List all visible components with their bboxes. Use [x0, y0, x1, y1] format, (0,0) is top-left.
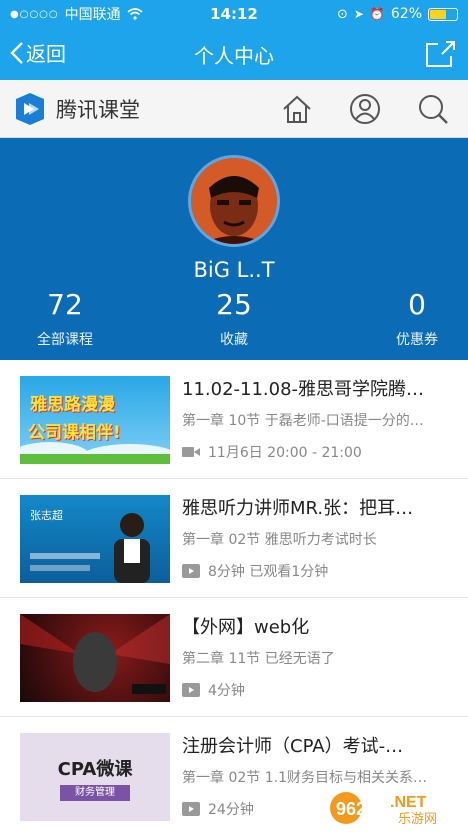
- share-icon: [426, 41, 455, 67]
- stat-favorites[interactable]: 25 收藏: [169, 288, 299, 349]
- avatar-image: [191, 158, 277, 244]
- home-icon[interactable]: [280, 92, 314, 126]
- profile-header: BiG L..T 72 全部课程 25 收藏 0 优惠券: [0, 138, 468, 360]
- tencent-classroom-logo-icon: [16, 92, 44, 125]
- course-item[interactable]: 雅思路漫漫 公司课相伴! 11.02-11.08-雅思哥学院腾… 第一章 10节…: [0, 360, 468, 479]
- status-bar: ●○○○○ 中国联通 14:12 ⊙ ➤ ⏰ 62%: [0, 0, 468, 28]
- brand-bar: 腾讯课堂: [0, 80, 468, 138]
- play-icon: [182, 564, 200, 578]
- thumb-text: 公司课相伴!: [28, 423, 121, 443]
- play-icon: [182, 683, 200, 697]
- course-title: 【外网】web化: [182, 617, 310, 638]
- username: BiG L..T: [193, 258, 275, 282]
- watermark-cn: 乐游网: [398, 812, 437, 826]
- signal-icon: ●○○○○: [10, 8, 59, 20]
- course-meta: 4分钟: [208, 683, 245, 699]
- course-title: 11.02-11.08-雅思哥学院腾…: [182, 379, 425, 400]
- stat-label: 优惠券: [396, 332, 438, 348]
- alarm-icon: ⏰: [369, 7, 385, 21]
- stat-coupons[interactable]: 0 优惠券: [352, 288, 468, 349]
- carrier-label: 中国联通: [64, 7, 121, 23]
- course-item[interactable]: 【外网】web化 第二章 11节 已经无语了 4分钟: [0, 598, 468, 717]
- battery-icon: [428, 7, 458, 21]
- search-icon[interactable]: [416, 92, 450, 126]
- battery-percent: 62%: [390, 6, 422, 22]
- course-subtitle: 第一章 02节 1.1财务目标与相关关系…: [182, 770, 427, 786]
- chevron-left-icon: [10, 41, 23, 64]
- course-meta: 11月6日 20:00 - 21:00: [208, 445, 362, 461]
- course-subtitle: 第二章 11节 已经无语了: [182, 651, 335, 667]
- stat-label: 全部课程: [37, 332, 93, 348]
- watermark: 962 .NET 乐游网: [328, 790, 464, 827]
- location-icon: ➤: [353, 7, 364, 21]
- status-time: 14:12: [210, 5, 258, 23]
- nav-bar: 返回 个人中心: [0, 28, 468, 80]
- course-title: 雅思听力讲师MR.张：把耳…: [182, 498, 414, 519]
- course-list: 雅思路漫漫 公司课相伴! 11.02-11.08-雅思哥学院腾… 第一章 10节…: [0, 360, 468, 832]
- avatar[interactable]: [188, 155, 280, 247]
- page-title: 个人中心: [194, 43, 274, 68]
- wifi-icon: [127, 8, 143, 20]
- back-label: 返回: [26, 42, 66, 66]
- course-thumbnail: 张志超: [20, 495, 170, 583]
- course-meta: 8分钟 已观看1分钟: [208, 564, 329, 580]
- watermark-net: .NET: [390, 794, 427, 811]
- rotation-lock-icon: ⊙: [336, 6, 348, 22]
- watermark-text: 962: [336, 799, 366, 819]
- course-thumbnail: CPA微课 财务管理: [20, 733, 170, 821]
- thumb-text: 财务管理: [60, 785, 130, 801]
- video-camera-icon: [182, 447, 200, 457]
- share-button[interactable]: [424, 38, 456, 72]
- course-thumbnail: [20, 614, 170, 702]
- stat-value: 72: [47, 288, 83, 321]
- back-button[interactable]: 返回: [10, 38, 66, 67]
- stat-label: 收藏: [220, 332, 248, 348]
- course-title: 注册会计师（CPA）考试-…: [182, 736, 404, 757]
- play-icon: [182, 802, 200, 816]
- course-subtitle: 第一章 02节 雅思听力考试时长: [182, 532, 377, 548]
- stat-all-courses[interactable]: 72 全部课程: [0, 288, 130, 349]
- thumb-text: 雅思路漫漫: [30, 395, 115, 415]
- course-thumbnail: 雅思路漫漫 公司课相伴!: [20, 376, 170, 464]
- stat-value: 25: [216, 288, 252, 321]
- brand-name: 腾讯课堂: [56, 97, 140, 122]
- stat-value: 0: [408, 288, 426, 321]
- thumb-text: 张志超: [30, 509, 63, 522]
- course-item[interactable]: 张志超 雅思听力讲师MR.张：把耳… 第一章 02节 雅思听力考试时长 8分钟 …: [0, 479, 468, 598]
- user-icon[interactable]: [348, 92, 382, 126]
- brand-logo[interactable]: 腾讯课堂: [12, 92, 140, 125]
- course-meta: 24分钟: [208, 802, 254, 818]
- thumb-text: CPA微课: [57, 759, 133, 780]
- course-subtitle: 第一章 10节 于磊老师-口语提一分的…: [182, 413, 424, 429]
